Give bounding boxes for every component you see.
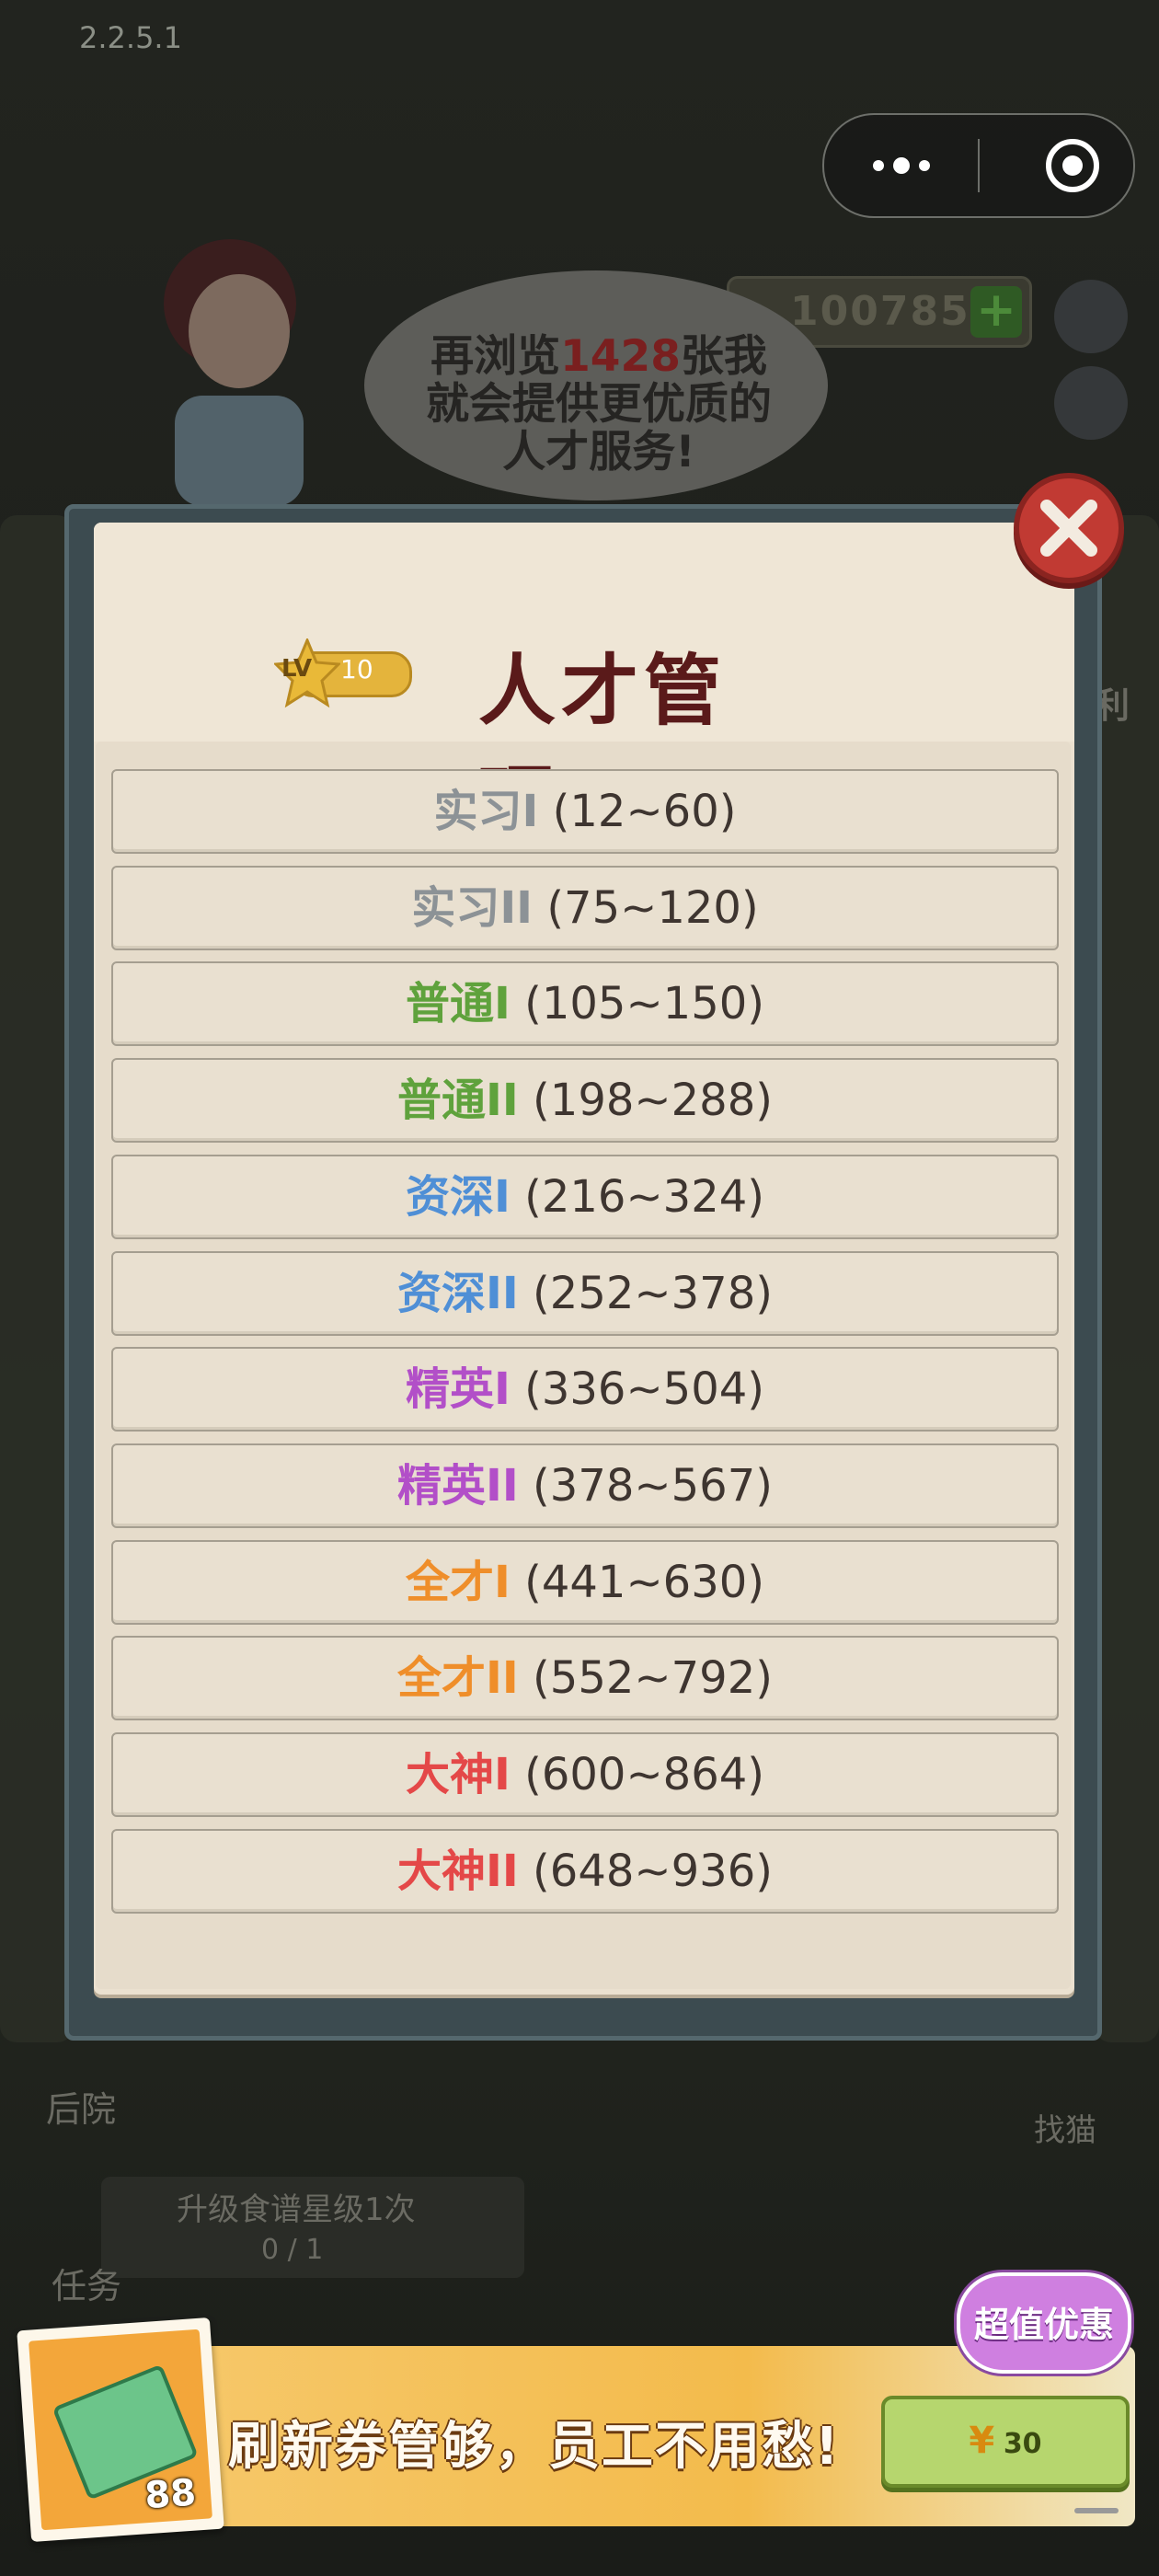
capsule-divider <box>978 139 980 192</box>
close-icon <box>1040 500 1097 557</box>
tier-name: 大神I <box>405 1749 511 1800</box>
tier-range: (12~60) <box>552 786 737 837</box>
add-money-button[interactable]: + <box>970 286 1022 338</box>
task-progress: 0 / 1 <box>261 2234 324 2266</box>
tier-row[interactable]: 精英II (378~567) <box>111 1443 1059 1528</box>
tier-range: (198~288) <box>533 1075 773 1126</box>
side-label-task[interactable]: 任务 <box>52 2258 121 2308</box>
background-tile <box>0 515 74 2042</box>
price-value: 30 <box>1003 2428 1042 2460</box>
tier-name: 全才I <box>405 1557 511 1608</box>
tier-row[interactable]: 全才II (552~792) <box>111 1636 1059 1720</box>
tier-name: 普通II <box>397 1075 519 1126</box>
tier-name: 全才II <box>397 1652 519 1704</box>
tier-row[interactable]: 资深II (252~378) <box>111 1251 1059 1336</box>
tier-range: (336~504) <box>524 1363 765 1415</box>
tier-row[interactable]: 精英I (336~504) <box>111 1347 1059 1432</box>
close-button[interactable] <box>1014 473 1124 583</box>
tier-row[interactable]: 资深I (216~324) <box>111 1155 1059 1239</box>
tier-range: (441~630) <box>524 1557 765 1608</box>
task-text: 升级食谱星级1次 <box>177 2191 416 2228</box>
ticket-count: 88 <box>143 2471 198 2518</box>
tier-range: (648~936) <box>533 1846 773 1897</box>
speech-text: 再浏览1428张我 就会提供更优质的 人才服务! <box>426 331 772 477</box>
price-symbol: ¥ <box>969 2420 995 2462</box>
tier-range: (600~864) <box>524 1749 765 1800</box>
tier-name: 普通I <box>405 978 511 1029</box>
promo-text: 超值优惠 <box>973 2305 1114 2345</box>
tier-name: 实习II <box>411 882 534 934</box>
refresh-ticket: 88 <box>17 2317 224 2543</box>
background-tile <box>1095 515 1159 2042</box>
side-label-find-cat[interactable]: 找猫 <box>1034 2105 1096 2150</box>
side-label-backyard[interactable]: 后院 <box>46 2081 116 2132</box>
tier-name: 实习I <box>433 786 539 837</box>
money-value: 1007852 <box>790 288 1001 335</box>
level-badge: LV 10 <box>274 638 412 708</box>
tier-row[interactable]: 实习I (12~60) <box>111 769 1059 854</box>
tier-row[interactable]: 大神II (648~936) <box>111 1829 1059 1914</box>
more-dots-icon[interactable] <box>824 115 979 216</box>
version-label: 2.2.5.1 <box>79 20 182 55</box>
buy-button[interactable]: ¥ 30 <box>881 2396 1130 2488</box>
banner-slogan: 刷新券管够，员工不用愁! <box>228 2417 841 2477</box>
tier-name: 精英I <box>405 1363 511 1415</box>
tier-range: (216~324) <box>524 1171 765 1223</box>
tier-name: 大神II <box>397 1846 519 1897</box>
tier-row[interactable]: 实习II (75~120) <box>111 866 1059 950</box>
tier-name: 资深I <box>405 1171 511 1223</box>
tier-range: (105~150) <box>524 978 765 1029</box>
banner-dash <box>1074 2508 1119 2513</box>
tier-name: 精英II <box>397 1460 519 1512</box>
gear-icon[interactable] <box>1054 280 1128 353</box>
tier-row[interactable]: 大神I (600~864) <box>111 1732 1059 1817</box>
tier-range: (75~120) <box>546 882 759 934</box>
level-prefix: LV <box>281 655 313 683</box>
level-number: 10 <box>340 654 373 684</box>
camera-icon[interactable] <box>1054 366 1128 440</box>
receptionist-avatar <box>138 230 322 506</box>
tier-row[interactable]: 普通II (198~288) <box>111 1058 1059 1143</box>
tier-name: 资深II <box>397 1268 519 1319</box>
miniprogram-capsule <box>822 113 1135 218</box>
tier-row[interactable]: 普通I (105~150) <box>111 961 1059 1046</box>
tier-range: (378~567) <box>533 1460 773 1512</box>
target-circle-icon[interactable] <box>1045 138 1100 193</box>
promo-badge[interactable]: 超值优惠 <box>957 2272 1131 2374</box>
tier-range: (552~792) <box>533 1652 773 1704</box>
tier-row[interactable]: 全才I (441~630) <box>111 1540 1059 1625</box>
tier-range: (252~378) <box>533 1268 773 1319</box>
